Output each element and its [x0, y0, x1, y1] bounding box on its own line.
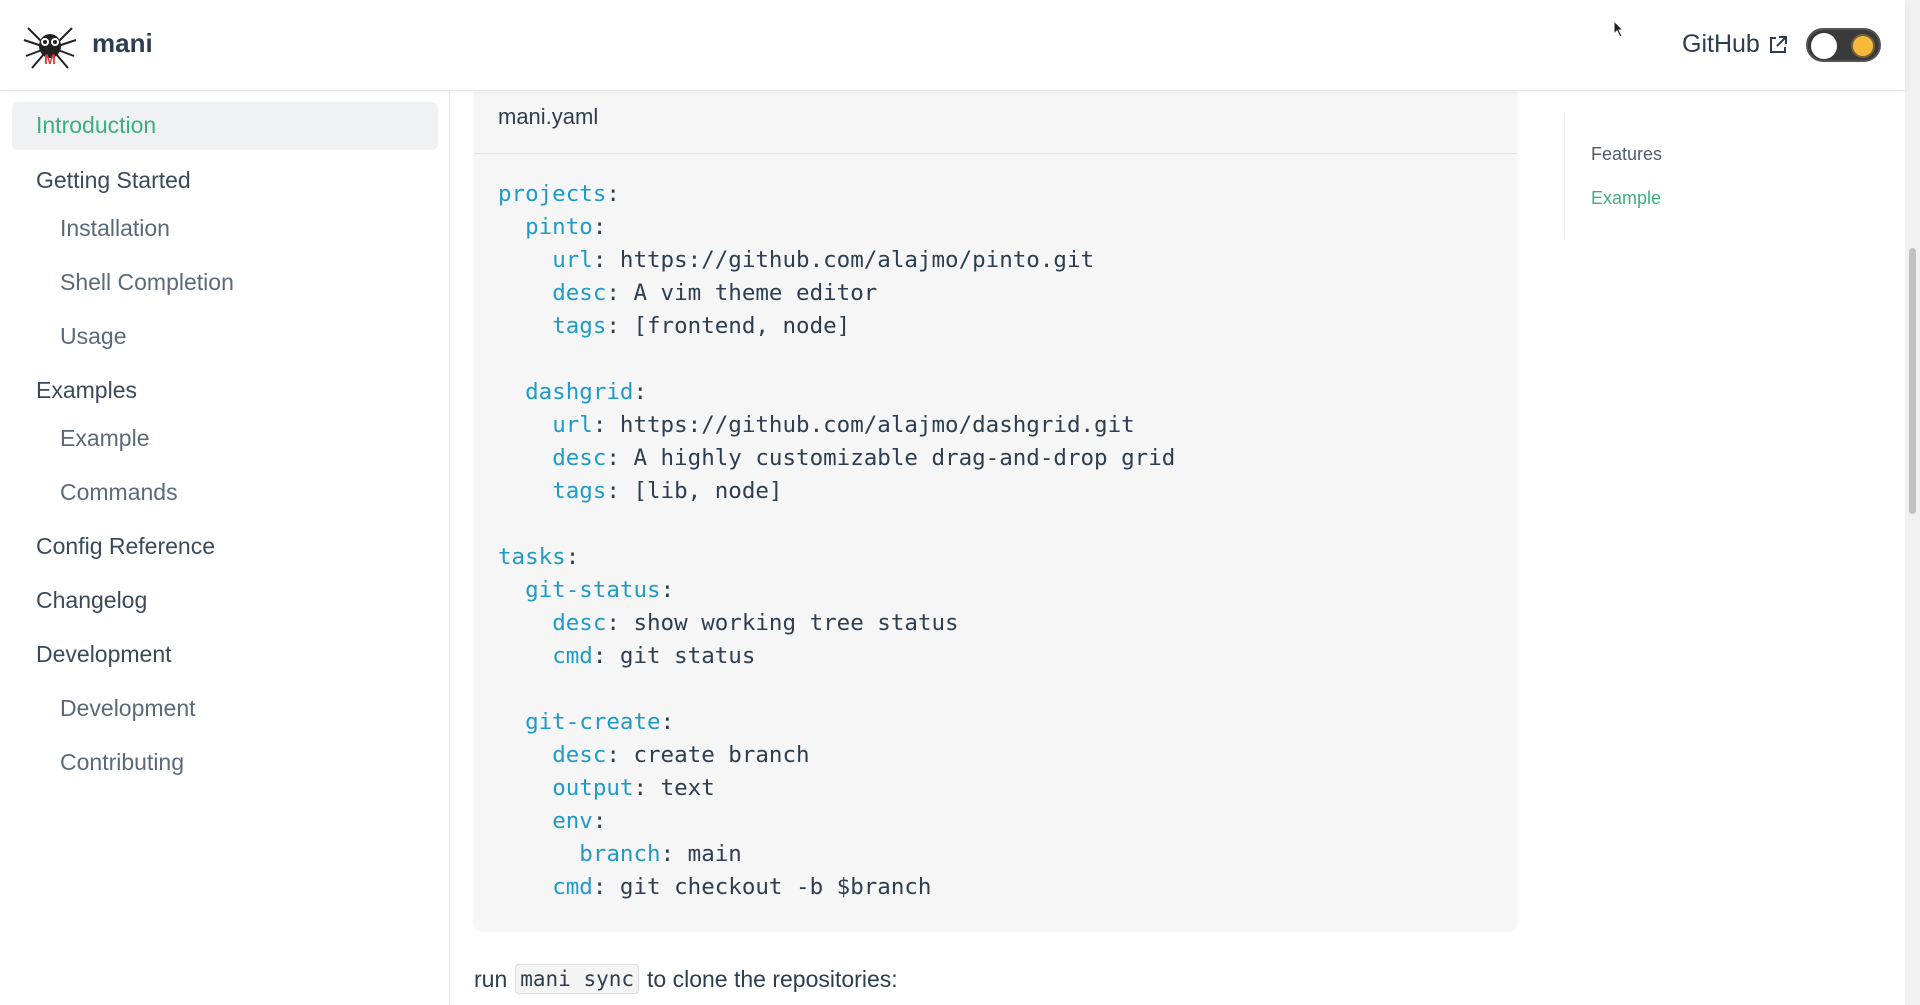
yaml-key: output: [552, 775, 634, 801]
yaml-value: https://github.com/alajmo/dashgrid.git: [619, 412, 1135, 438]
yaml-key: tasks: [498, 544, 566, 570]
yaml-key: env: [552, 808, 593, 834]
mouse-cursor-icon: [1613, 20, 1625, 38]
yaml-value: [frontend, node]: [633, 313, 851, 339]
sidebar-item-development[interactable]: Development: [60, 695, 196, 722]
sidebar-item-examples[interactable]: Examples: [36, 377, 137, 404]
yaml-key: branch: [579, 841, 661, 867]
sidebar-item-installation[interactable]: Installation: [60, 215, 170, 242]
yaml-key: pinto: [525, 214, 593, 240]
sidebar-item-development[interactable]: Development: [36, 641, 172, 668]
svg-text:M: M: [44, 51, 56, 67]
yaml-value: show working tree status: [633, 610, 959, 636]
sidebar-item-introduction[interactable]: Introduction: [12, 102, 438, 150]
code-line: pinto:: [525, 214, 607, 240]
yaml-value: A vim theme editor: [633, 280, 878, 306]
theme-toggle[interactable]: [1806, 28, 1881, 62]
run-suffix: to clone the repositories:: [647, 965, 898, 992]
github-link[interactable]: GitHub: [1682, 30, 1788, 59]
sidebar-item-commands[interactable]: Commands: [60, 479, 178, 506]
code-filename: mani.yaml: [474, 90, 1517, 154]
yaml-key: git-create: [525, 709, 661, 735]
code-line: env:: [552, 808, 607, 834]
toc-item-example[interactable]: Example: [1591, 188, 1661, 209]
yaml-key: desc: [552, 742, 607, 768]
yaml-value: [lib, node]: [633, 478, 783, 504]
sidebar: Introduction Getting Started Installation…: [0, 90, 450, 1005]
yaml-value: main: [687, 841, 742, 867]
code-line: cmd: git checkout -b $branch: [552, 874, 932, 900]
toggle-knob: [1811, 33, 1837, 59]
yaml-key: projects: [498, 181, 607, 207]
yaml-key: dashgrid: [525, 379, 634, 405]
yaml-value: git status: [619, 643, 756, 669]
code-line: desc: A vim theme editor: [552, 280, 878, 306]
sidebar-item-shell-completion[interactable]: Shell Completion: [60, 269, 234, 296]
code-line: tags: [lib, node]: [552, 478, 783, 504]
sun-icon: [1853, 36, 1873, 56]
yaml-key: desc: [552, 445, 607, 471]
code-line: projects:: [498, 181, 620, 207]
code-line: cmd: git status: [552, 643, 756, 669]
code-line: output: text: [552, 775, 715, 801]
external-link-icon: [1769, 35, 1787, 53]
sidebar-item-usage[interactable]: Usage: [60, 323, 126, 350]
yaml-key: desc: [552, 280, 607, 306]
yaml-key: desc: [552, 610, 607, 636]
code-line: url: https://github.com/alajmo/dashgrid.…: [552, 412, 1135, 438]
yaml-value: text: [660, 775, 715, 801]
run-instruction: run mani sync to clone the repositories:: [474, 964, 898, 994]
yaml-value: create branch: [633, 742, 810, 768]
sidebar-item-getting-started[interactable]: Getting Started: [36, 167, 191, 194]
yaml-key: git-status: [525, 577, 661, 603]
table-of-contents: Features Example: [1564, 114, 1824, 238]
github-label: GitHub: [1682, 30, 1760, 58]
yaml-key: url: [552, 412, 593, 438]
sidebar-item-label: Introduction: [36, 112, 157, 138]
toc-item-features[interactable]: Features: [1591, 144, 1662, 165]
code-line: git-status:: [525, 577, 675, 603]
code-line: desc: create branch: [552, 742, 810, 768]
yaml-key: cmd: [552, 874, 593, 900]
yaml-key: url: [552, 247, 593, 273]
top-navbar: M mani GitHub: [0, 0, 1905, 90]
yaml-value: https://github.com/alajmo/pinto.git: [619, 247, 1095, 273]
code-block: mani.yaml projects: pinto: url: https://…: [474, 90, 1517, 930]
sidebar-item-changelog[interactable]: Changelog: [36, 587, 147, 614]
yaml-key: tags: [552, 313, 607, 339]
code-line: tags: [frontend, node]: [552, 313, 851, 339]
code-content: projects: pinto: url: https://github.com…: [498, 178, 1175, 904]
sidebar-item-config-reference[interactable]: Config Reference: [36, 533, 215, 560]
site-title[interactable]: mani: [92, 28, 153, 59]
code-line: desc: A highly customizable drag-and-dro…: [552, 445, 1176, 471]
spider-logo-icon[interactable]: M: [22, 20, 78, 70]
code-line: tasks:: [498, 544, 580, 570]
code-line: git-create:: [525, 709, 675, 735]
yaml-key: tags: [552, 478, 607, 504]
code-line: desc: show working tree status: [552, 610, 959, 636]
inline-code: mani sync: [515, 964, 640, 994]
code-line: url: https://github.com/alajmo/pinto.git: [552, 247, 1095, 273]
scrollbar-thumb[interactable]: [1909, 248, 1916, 514]
yaml-value: git checkout -b $branch: [619, 874, 932, 900]
yaml-value: A highly customizable drag-and-drop grid: [633, 445, 1176, 471]
run-prefix: run: [474, 965, 508, 992]
sidebar-item-contributing[interactable]: Contributing: [60, 749, 184, 776]
page-scrollbar[interactable]: [1905, 0, 1920, 1005]
sidebar-item-example[interactable]: Example: [60, 425, 149, 452]
code-line: dashgrid:: [525, 379, 648, 405]
code-line: branch: main: [579, 841, 742, 867]
yaml-key: cmd: [552, 643, 593, 669]
